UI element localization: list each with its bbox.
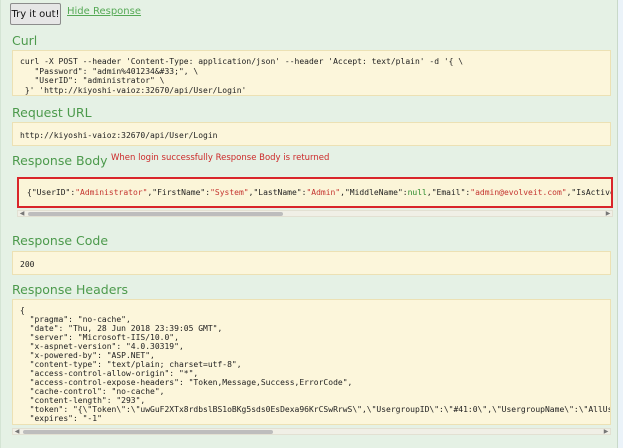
annotation-note: When login successfully Response Body is…	[111, 153, 330, 163]
response-panel: Try it out! Hide Response Curl curl -X P…	[0, 0, 618, 448]
json-key: "IsActive"	[571, 188, 611, 197]
response-headers-heading: Response Headers	[12, 282, 129, 297]
json-value: "admin@evolveit.com"	[470, 188, 567, 197]
scroll-left-arrow-icon[interactable]: ◀	[18, 211, 26, 217]
response-body-heading: Response Body	[12, 153, 108, 168]
scroll-right-arrow-icon[interactable]: ▶	[602, 429, 610, 435]
json-key: "FirstName"	[152, 188, 206, 197]
response-body-box: {"UserID":"Administrator","FirstName":"S…	[17, 177, 613, 208]
json-value: "Admin"	[306, 188, 341, 197]
response-code-heading: Response Code	[12, 233, 109, 248]
hide-response-link[interactable]: Hide Response	[67, 6, 141, 17]
scrollbar-thumb[interactable]	[28, 212, 283, 216]
response-headers-box: { "pragma": "no-cache", "date": "Thu, 28…	[12, 299, 611, 425]
response-body-json: {"UserID":"Administrator","FirstName":"S…	[27, 188, 611, 197]
json-key: "UserID"	[31, 188, 71, 197]
scrollbar-thumb[interactable]	[23, 430, 273, 434]
try-it-out-button[interactable]: Try it out!	[10, 3, 61, 25]
response-code-box: 200	[12, 251, 611, 275]
scroll-left-arrow-icon[interactable]: ◀	[13, 429, 21, 435]
json-value: "System"	[210, 188, 249, 197]
curl-box: curl -X POST --header 'Content-Type: app…	[12, 50, 611, 96]
json-value: null	[407, 188, 427, 197]
response-body-scrollbar[interactable]: ◀ ▶	[17, 210, 613, 217]
json-key: "MiddleName"	[344, 188, 403, 197]
response-headers-scrollbar[interactable]: ◀ ▶	[12, 428, 611, 435]
scroll-right-arrow-icon[interactable]: ▶	[604, 211, 612, 217]
request-url-box: http://kiyoshi-vaioz:32670/api/User/Logi…	[12, 122, 611, 146]
json-key: "Email"	[431, 188, 466, 197]
request-url-heading: Request URL	[12, 105, 92, 120]
json-key: "LastName"	[253, 188, 302, 197]
json-value: "Administrator"	[75, 188, 148, 197]
curl-heading: Curl	[12, 33, 38, 48]
